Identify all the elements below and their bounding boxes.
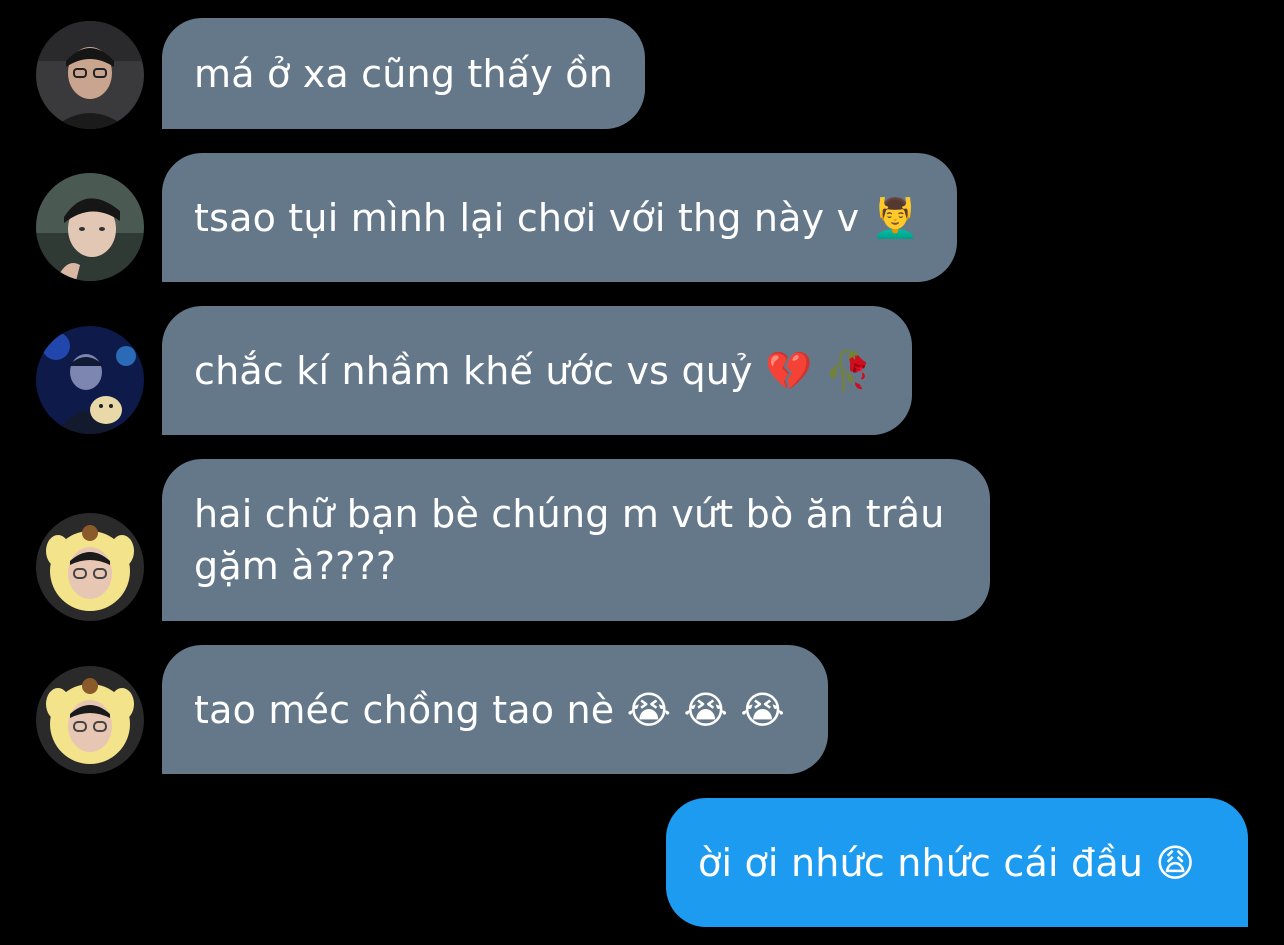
message-bubble-2[interactable]: tsao tụi mình lại chơi với thg này v 💆‍♂… <box>162 153 957 282</box>
avatar-user-5[interactable] <box>36 666 144 774</box>
avatar-user-4[interactable] <box>36 513 144 621</box>
message-bubble-4[interactable]: hai chữ bạn bè chúng m vứt bò ăn trâu gặ… <box>162 459 990 621</box>
avatar-user-1[interactable] <box>36 21 144 129</box>
message-bubble-6[interactable]: ời ơi nhức nhức cái đầu 😩 <box>666 798 1248 927</box>
message-text: chắc kí nhầm khế ước vs quỷ 💔 🥀 <box>194 348 873 393</box>
message-text: má ở xa cũng thấy ồn <box>194 51 613 96</box>
message-text: tao méc chồng tao nè 😭 😭 😭 <box>194 687 786 732</box>
message-bubble-1[interactable]: má ở xa cũng thấy ồn <box>162 18 645 129</box>
message-text: ời ơi nhức nhức cái đầu 😩 <box>698 840 1196 885</box>
message-bubble-5[interactable]: tao méc chồng tao nè 😭 😭 😭 <box>162 645 828 774</box>
avatar-user-3[interactable] <box>36 326 144 434</box>
message-bubble-3[interactable]: chắc kí nhầm khế ước vs quỷ 💔 🥀 <box>162 306 912 435</box>
avatar-user-2[interactable] <box>36 173 144 281</box>
message-text: hai chữ bạn bè chúng m vứt bò ăn trâu gặ… <box>194 492 945 588</box>
message-text: tsao tụi mình lại chơi với thg này v 💆‍♂… <box>194 195 920 240</box>
